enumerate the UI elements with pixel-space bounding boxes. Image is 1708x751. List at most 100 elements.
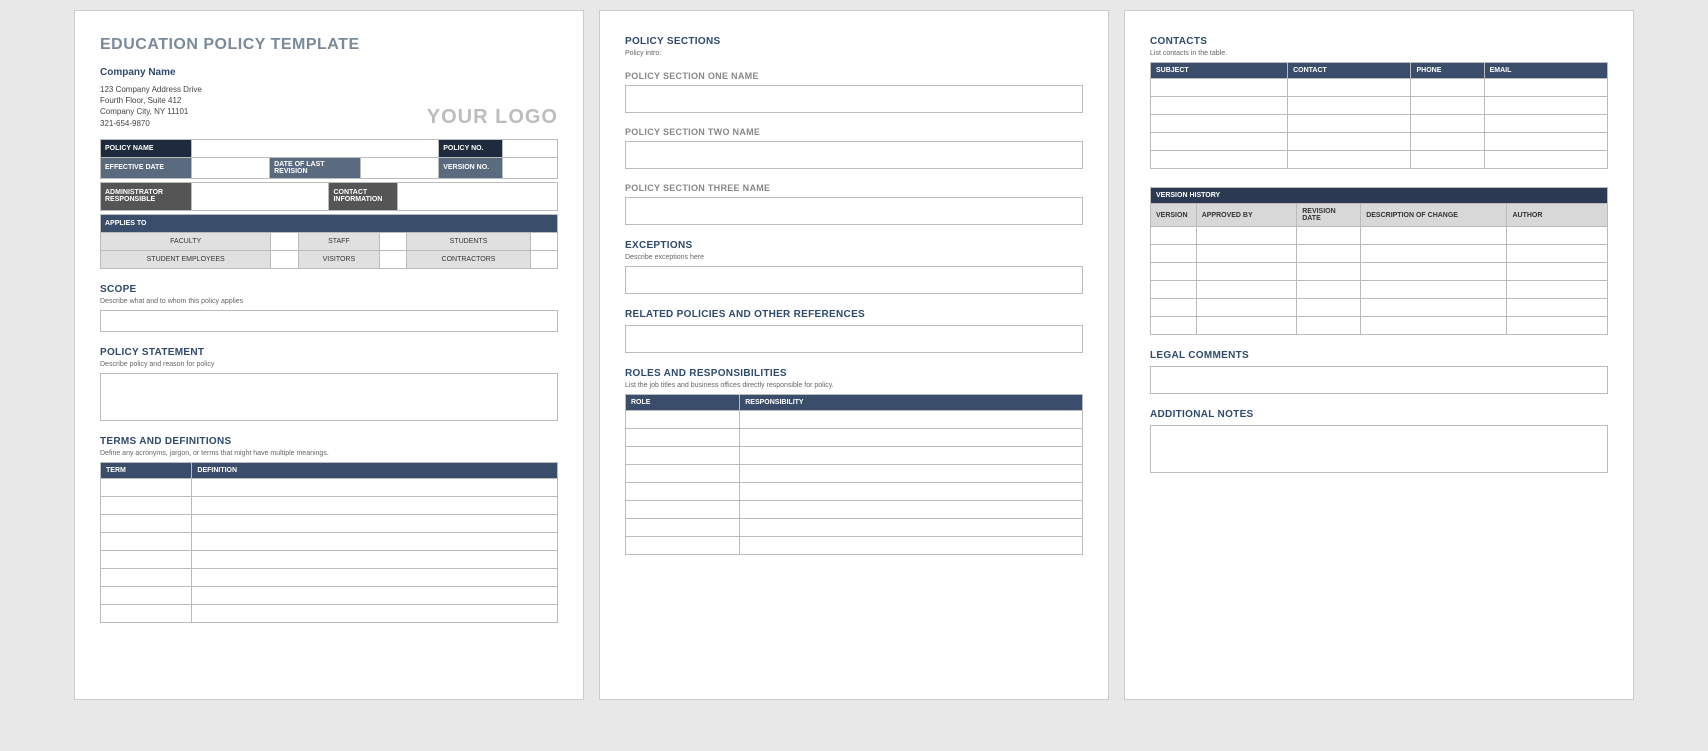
heading-section-2: POLICY SECTION TWO NAME — [625, 127, 1083, 137]
heading-contacts: CONTACTS — [1150, 36, 1608, 47]
cell-def[interactable] — [192, 478, 558, 496]
cell-role[interactable] — [626, 411, 740, 429]
cell-role[interactable] — [626, 501, 740, 519]
cell-resp[interactable] — [740, 501, 1083, 519]
sub-contacts: List contacts in the table. — [1150, 50, 1608, 57]
cell-def[interactable] — [192, 586, 558, 604]
input-exceptions[interactable] — [625, 266, 1083, 294]
address-line-3: Company City, NY 11101 — [100, 106, 202, 117]
check-contractors[interactable] — [530, 250, 557, 268]
input-policy-statement[interactable] — [100, 373, 558, 421]
sub-policy-statement: Describe policy and reason for policy — [100, 361, 558, 368]
input-section-3[interactable] — [625, 197, 1083, 225]
cell-student-emp: STUDENT EMPLOYEES — [101, 250, 271, 268]
table-row — [1151, 133, 1608, 151]
th-phone: PHONE — [1411, 63, 1484, 79]
input-section-2[interactable] — [625, 141, 1083, 169]
table-row — [101, 550, 558, 568]
cell-role[interactable] — [626, 483, 740, 501]
input-section-1[interactable] — [625, 85, 1083, 113]
heading-section-3: POLICY SECTION THREE NAME — [625, 183, 1083, 193]
input-admin[interactable] — [192, 182, 329, 210]
cell-def[interactable] — [192, 496, 558, 514]
table-row — [101, 568, 558, 586]
cell-resp[interactable] — [740, 411, 1083, 429]
table-row — [626, 411, 1083, 429]
check-visitors[interactable] — [380, 250, 407, 268]
input-effective-date[interactable] — [192, 157, 270, 178]
table-row — [626, 483, 1083, 501]
address-line-1: 123 Company Address Drive — [100, 84, 202, 95]
label-contact-info: CONTACT INFORMATION — [329, 182, 398, 210]
input-policy-no[interactable] — [503, 139, 558, 157]
heading-roles: ROLES AND RESPONSIBILITIES — [625, 368, 1083, 379]
cell-resp[interactable] — [740, 465, 1083, 483]
input-policy-name[interactable] — [192, 139, 439, 157]
table-row — [1151, 317, 1608, 335]
input-scope[interactable] — [100, 310, 558, 332]
cell-role[interactable] — [626, 537, 740, 555]
cell-role[interactable] — [626, 465, 740, 483]
cell-role[interactable] — [626, 519, 740, 537]
table-row — [101, 478, 558, 496]
header-block: Company Name 123 Company Address Drive F… — [100, 66, 558, 129]
cell-resp[interactable] — [740, 447, 1083, 465]
label-last-revision: DATE OF LAST REVISION — [270, 157, 361, 178]
cell-term[interactable] — [101, 514, 192, 532]
cell-resp[interactable] — [740, 429, 1083, 447]
cell-term[interactable] — [101, 604, 192, 622]
check-student-emp[interactable] — [271, 250, 298, 268]
company-info: Company Name 123 Company Address Drive F… — [100, 66, 202, 129]
admin-table: ADMINISTRATOR RESPONSIBLE CONTACT INFORM… — [100, 182, 558, 211]
cell-term[interactable] — [101, 586, 192, 604]
input-contact-info[interactable] — [398, 182, 558, 210]
cell-def[interactable] — [192, 568, 558, 586]
th-version: VERSION — [1151, 204, 1197, 227]
cell-role[interactable] — [626, 447, 740, 465]
cell-resp[interactable] — [740, 537, 1083, 555]
cell-def[interactable] — [192, 550, 558, 568]
input-related[interactable] — [625, 325, 1083, 353]
label-effective-date: EFFECTIVE DATE — [101, 157, 192, 178]
heading-policy-sections: POLICY SECTIONS — [625, 36, 1083, 47]
sub-policy-intro: Policy intro: — [625, 50, 1083, 57]
check-students[interactable] — [530, 232, 557, 250]
cell-term[interactable] — [101, 568, 192, 586]
th-definition: DEFINITION — [192, 462, 558, 478]
cell-resp[interactable] — [740, 519, 1083, 537]
table-row — [626, 447, 1083, 465]
table-row — [101, 532, 558, 550]
page-1: EDUCATION POLICY TEMPLATE Company Name 1… — [74, 10, 584, 700]
page-2: POLICY SECTIONS Policy intro: POLICY SEC… — [599, 10, 1109, 700]
check-faculty[interactable] — [271, 232, 298, 250]
cell-term[interactable] — [101, 532, 192, 550]
cell-term[interactable] — [101, 478, 192, 496]
th-approved-by: APPROVED BY — [1196, 204, 1297, 227]
table-row — [1151, 263, 1608, 281]
cell-def[interactable] — [192, 604, 558, 622]
cell-faculty: FACULTY — [101, 232, 271, 250]
input-last-revision[interactable] — [361, 157, 439, 178]
input-notes[interactable] — [1150, 425, 1608, 473]
table-row — [1151, 151, 1608, 169]
check-staff[interactable] — [380, 232, 407, 250]
page-3: CONTACTS List contacts in the table. SUB… — [1124, 10, 1634, 700]
table-row — [101, 514, 558, 532]
cell-def[interactable] — [192, 514, 558, 532]
cell-def[interactable] — [192, 532, 558, 550]
input-legal[interactable] — [1150, 366, 1608, 394]
cell-resp[interactable] — [740, 483, 1083, 501]
table-row — [626, 501, 1083, 519]
input-version-no[interactable] — [503, 157, 558, 178]
th-contact: CONTACT — [1288, 63, 1411, 79]
cell-term[interactable] — [101, 496, 192, 514]
th-term: TERM — [101, 462, 192, 478]
heading-legal: LEGAL COMMENTS — [1150, 350, 1608, 361]
heading-exceptions: EXCEPTIONS — [625, 240, 1083, 251]
company-name: Company Name — [100, 66, 202, 80]
table-row — [626, 537, 1083, 555]
applies-to-table: APPLIES TO FACULTY STAFF STUDENTS STUDEN… — [100, 214, 558, 269]
cell-role[interactable] — [626, 429, 740, 447]
cell-term[interactable] — [101, 550, 192, 568]
th-responsibility: RESPONSIBILITY — [740, 395, 1083, 411]
